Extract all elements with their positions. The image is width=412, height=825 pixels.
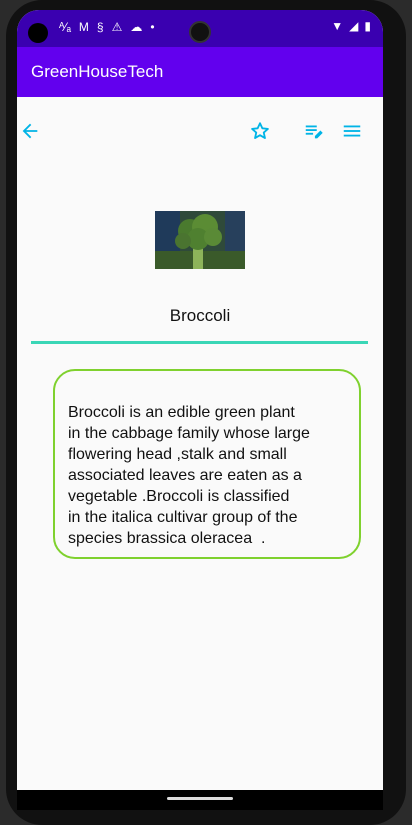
front-camera	[189, 21, 211, 43]
status-bar: ᴬ⁄ₐ M § ⚠ ☁ • ▼ ◢ ▮	[17, 10, 383, 47]
name-underline	[31, 341, 368, 344]
arrow-back-icon[interactable]	[19, 120, 41, 142]
camera-hole	[28, 23, 48, 43]
navigation-bar	[17, 790, 383, 810]
app-bar: GreenHouseTech	[17, 47, 383, 97]
system-icons: ▼ ◢ ▮	[331, 19, 371, 33]
signal-icon: ◢	[349, 19, 359, 33]
description-text: Broccoli is an edible green plant in the…	[68, 404, 310, 547]
dot-icon: •	[150, 20, 155, 34]
battery-icon: ▮	[364, 19, 371, 33]
broccoli-image	[155, 211, 245, 269]
home-handle[interactable]	[167, 797, 233, 800]
menu-icon[interactable]	[341, 120, 363, 142]
sync-icon: §	[96, 20, 104, 34]
vegetable-name: Broccoli	[169, 306, 231, 325]
cloud-icon: ☁	[130, 20, 143, 34]
wifi-icon: ▼	[331, 19, 344, 33]
edit-note-icon[interactable]	[303, 120, 325, 142]
translate-icon: ᴬ⁄ₐ	[59, 20, 71, 34]
app-title: GreenHouseTech	[31, 62, 164, 81]
warning-icon: ⚠	[111, 20, 123, 34]
toolbar	[17, 97, 383, 163]
screen: ᴬ⁄ₐ M § ⚠ ☁ • ▼ ◢ ▮ GreenHouseTech Brocc…	[17, 10, 383, 810]
star-outline-icon[interactable]	[249, 120, 271, 142]
notification-icons: ᴬ⁄ₐ M § ⚠ ☁ •	[59, 20, 155, 34]
description-card: Broccoli is an edible green plant in the…	[53, 369, 361, 559]
mail-icon: M	[78, 20, 89, 34]
